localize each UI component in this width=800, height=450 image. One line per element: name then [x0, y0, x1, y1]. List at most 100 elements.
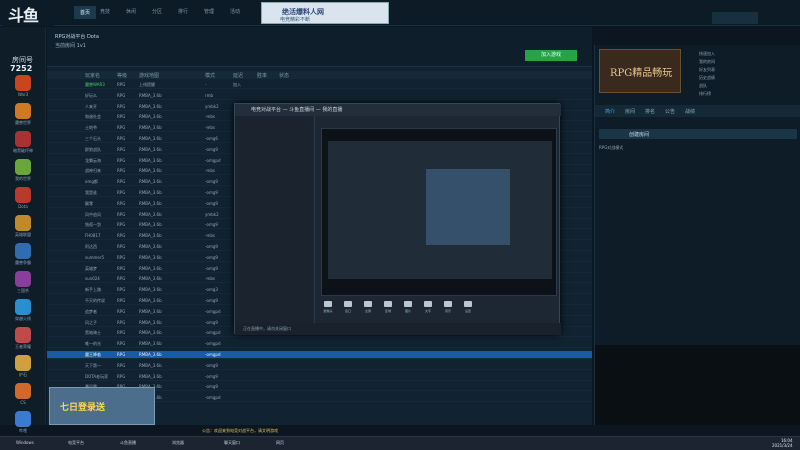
column-header[interactable]: 游戏地图	[139, 72, 159, 79]
tool-label: 设置	[464, 309, 471, 313]
user-menu-button[interactable]	[712, 12, 758, 24]
column-header[interactable]: 等级	[117, 72, 127, 79]
taskbar-item[interactable]: 网页	[276, 440, 284, 446]
nav-tab[interactable]: 管理	[204, 8, 214, 15]
table-row[interactable]: 魔兽WAR3 RPG 上线提醒 - 加入	[47, 81, 592, 89]
taskbar-item[interactable]: 斗鱼直播	[120, 440, 136, 446]
table-row[interactable]: 魔王降临 RPG RMBA_3.6b -omgpd	[47, 351, 592, 359]
table-cell: -omg9	[205, 298, 218, 303]
stream-preview[interactable]	[321, 128, 557, 296]
nav-tab[interactable]: 竞技	[100, 8, 110, 15]
right-tab[interactable]: 公告	[665, 108, 675, 115]
quick-link[interactable]: 我的房间	[699, 59, 715, 65]
sidebar-item[interactable]: 我的世界	[0, 159, 46, 182]
quick-link[interactable]: 排行榜	[699, 91, 711, 97]
bottom-ad[interactable]: 七日登录送	[49, 387, 155, 425]
quick-link[interactable]: 快速加入	[699, 51, 715, 57]
table-cell: -omgpd	[205, 308, 221, 314]
right-tab[interactable]: 排名	[645, 108, 655, 115]
app-logo[interactable]: 斗鱼	[2, 0, 54, 26]
dialog-tool-button[interactable]: 窗口	[341, 301, 355, 313]
clock-date: 2021/3/24	[772, 443, 793, 448]
dialog-tool-button[interactable]: 区域	[381, 301, 395, 313]
dialog-tool-button[interactable]: 摄像头	[321, 301, 335, 313]
column-header[interactable]: 状态	[279, 72, 289, 79]
rpg-promo[interactable]: RPG精品畅玩	[599, 49, 681, 93]
sidebar-item[interactable]: 王者荣耀	[0, 327, 46, 350]
sidebar-item[interactable]: 暗黑破坏神	[0, 131, 46, 154]
table-cell: -omg9	[205, 146, 218, 152]
sidebar-item-label: 王者荣耀	[15, 344, 31, 349]
join-game-button[interactable]: 加入游戏	[525, 50, 577, 61]
sidebar-item[interactable]: War3	[0, 75, 46, 97]
taskbar-item[interactable]: 浏览器	[172, 440, 184, 446]
quick-link[interactable]: 历史战绩	[699, 75, 715, 81]
table-cell: RMBA_3.6b	[139, 114, 162, 120]
nav-tab[interactable]: 排行	[178, 8, 188, 15]
sidebar-item[interactable]: 炉石	[0, 355, 46, 378]
sidebar-item[interactable]: 哔哩	[0, 411, 46, 434]
dialog-tool-button[interactable]: 文字	[421, 301, 435, 313]
sidebar-item[interactable]: 三国杀	[0, 271, 46, 294]
table-cell: RPG	[117, 233, 126, 239]
column-header[interactable]: 玩家名	[85, 72, 100, 79]
dialog-tool-button[interactable]: 音乐	[441, 301, 455, 313]
nav-tab[interactable]: 首页	[74, 6, 97, 19]
table-row[interactable]: 唯一的光 RPG RMBA_3.6b -omgpd	[47, 340, 592, 349]
column-header[interactable]: 模式	[205, 72, 215, 79]
table-header: 玩家名 等级 游戏地图 模式 延迟 胜率 状态	[47, 71, 592, 79]
game-icon	[15, 131, 31, 147]
sidebar-item[interactable]: CS	[0, 383, 46, 405]
column-header[interactable]: 胜率	[257, 72, 267, 79]
tool-icon	[424, 301, 432, 307]
taskbar-clock: 16:04 2021/3/24	[772, 438, 793, 448]
dialog-side-panel	[235, 116, 315, 335]
table-cell: 新手上路	[85, 287, 101, 293]
quick-link[interactable]: 好友列表	[699, 67, 715, 73]
table-cell: RPG	[117, 298, 126, 303]
quick-link[interactable]: 战队	[699, 83, 707, 89]
dialog-tool-button[interactable]: 图片	[401, 301, 415, 313]
sidebar-item[interactable]: 英雄联盟	[0, 215, 46, 238]
table-cell: -omgpd	[205, 341, 221, 347]
dialog-tool-button[interactable]: 全屏	[361, 301, 375, 313]
table-cell: ymbk2	[205, 211, 219, 217]
dialog-tool-button[interactable]: 设置	[461, 301, 475, 313]
column-header[interactable]: 延迟	[233, 72, 243, 79]
top-banner-ad[interactable]: 绝活爆料人网 电竞精彩不断	[261, 2, 389, 24]
right-tabs: 简介 房间 排名 公告 战绩	[595, 105, 800, 117]
table-cell: summer5	[85, 254, 105, 260]
sidebar-item[interactable]: 穿越火线	[0, 299, 46, 322]
table-cell: -omg9	[205, 200, 218, 206]
taskbar-item[interactable]: Windows	[16, 440, 34, 445]
subtab-create-room[interactable]: 创建房间	[599, 129, 797, 139]
game-icon	[15, 327, 31, 343]
nav-tab[interactable]: 休闲	[126, 8, 136, 15]
game-icon	[15, 243, 31, 259]
sidebar-item[interactable]: 魔兽争霸	[0, 243, 46, 266]
table-row[interactable]: DOTA老玩家 RPG RMBA_3.6b -omg9	[47, 373, 592, 381]
table-cell: RPG	[117, 265, 126, 271]
right-tab[interactable]: 战绩	[685, 108, 695, 115]
table-row[interactable]: 天下第一 RPG RMBA_3.6b -omg9	[47, 362, 592, 370]
preview-layer	[328, 141, 552, 279]
sidebar-item-label: 哔哩	[19, 428, 27, 433]
tool-icon	[464, 301, 472, 307]
dialog-title[interactable]: 电竞对战平台 — 斗鱼直播间 — 我的直播	[235, 104, 561, 116]
sidebar-item[interactable]: Dota	[0, 187, 46, 209]
table-row[interactable]: 好玩么 RPG RMBA_3.6b rmb	[47, 92, 592, 100]
table-cell: 魔兽WAR3	[85, 82, 105, 87]
tool-label: 音乐	[444, 309, 451, 313]
table-cell: RPG	[117, 373, 126, 379]
right-tab[interactable]: 简介	[605, 108, 615, 115]
nav-tab[interactable]: 活动	[230, 8, 240, 15]
sidebar-item[interactable]: 魔兽世界	[0, 103, 46, 126]
table-cell: -omgpd	[205, 330, 221, 336]
taskbar-item[interactable]: 电竞平台	[68, 440, 84, 446]
taskbar-item[interactable]: 聊天窗口	[224, 440, 240, 446]
game-icon	[15, 159, 31, 175]
table-cell: RMBA_3.6b	[139, 190, 162, 195]
right-tab[interactable]: 房间	[625, 108, 635, 115]
table-cell: RPG	[117, 103, 126, 109]
nav-tab[interactable]: 分区	[152, 8, 162, 15]
